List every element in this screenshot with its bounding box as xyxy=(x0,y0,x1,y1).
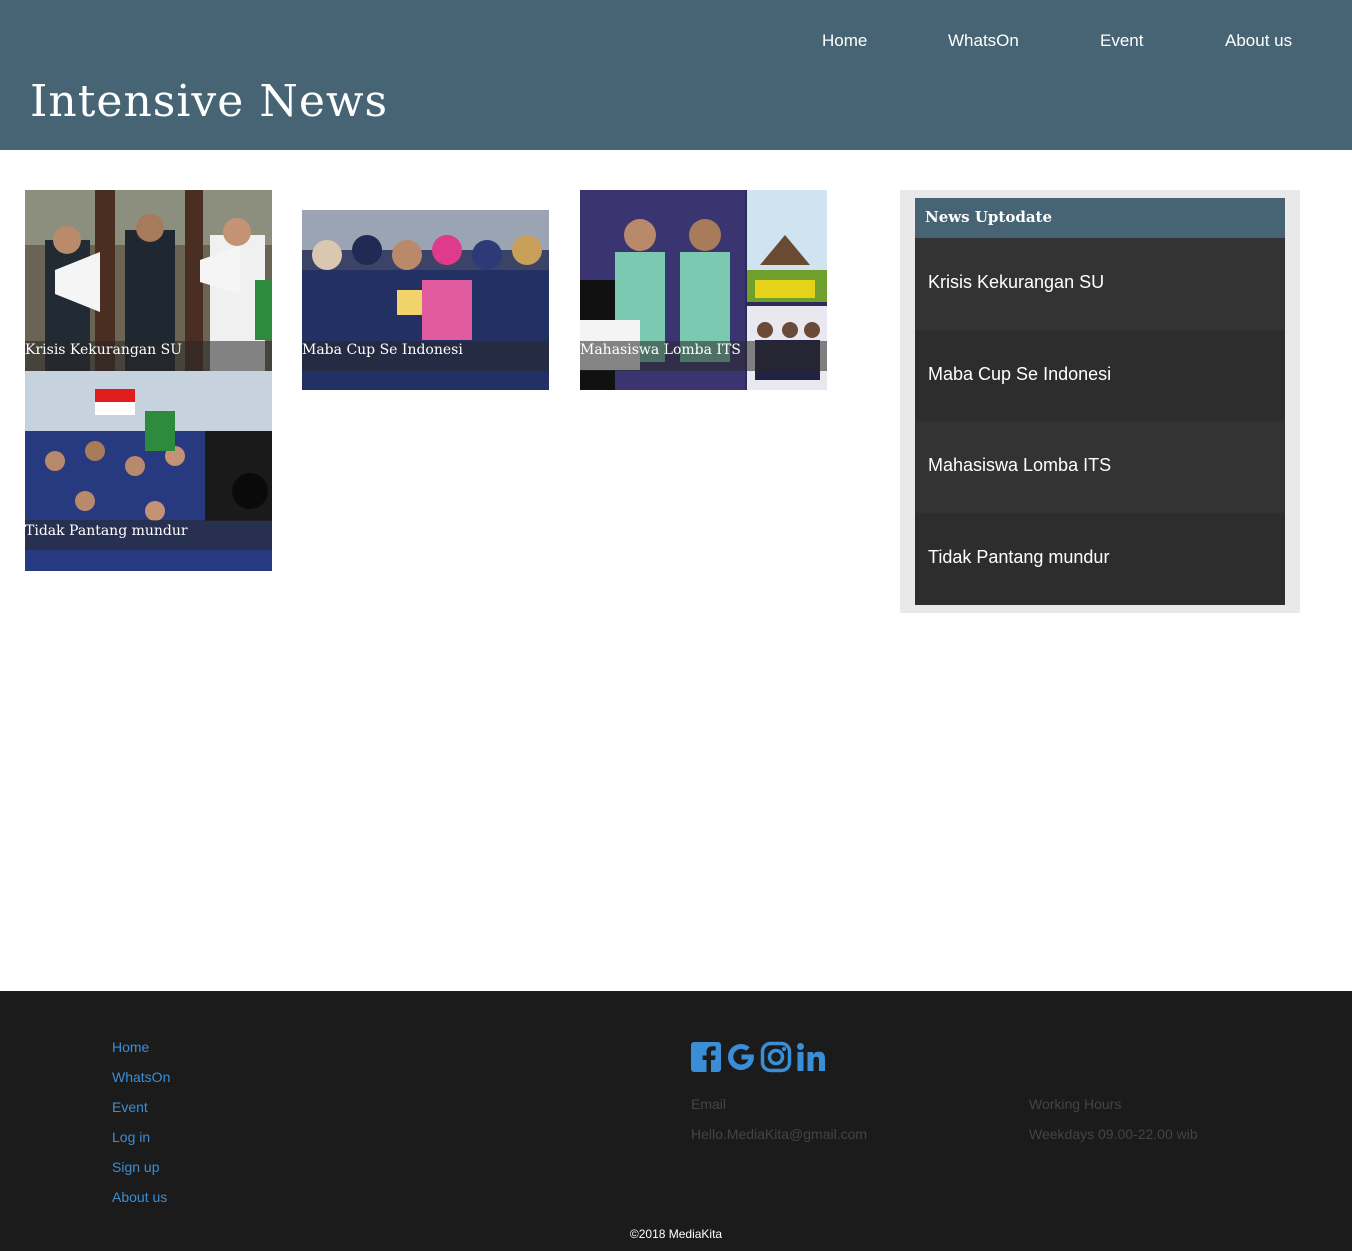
sidebar-item-maba[interactable]: Maba Cup Se Indonesi xyxy=(915,330,1285,422)
news-card-krisis[interactable]: Krisis Kekurangan SU xyxy=(25,190,272,371)
news-uptodate-panel: News Uptodate Krisis Kekurangan SU Maba … xyxy=(900,190,1300,613)
sidebar-item-label: Tidak Pantang mundur xyxy=(928,547,1110,567)
linkedin-icon[interactable] xyxy=(795,1041,827,1073)
footer-link-about[interactable]: About us xyxy=(112,1189,167,1205)
site-header: Home WhatsOn Event About us Intensive Ne… xyxy=(0,0,1352,150)
news-card-maba[interactable]: Maba Cup Se Indonesi xyxy=(302,210,549,390)
sidebar-header: News Uptodate xyxy=(915,198,1285,238)
sidebar-item-label: Maba Cup Se Indonesi xyxy=(928,364,1112,384)
news-card-mahasiswa[interactable]: Mahasiswa Lomba ITS xyxy=(580,190,827,390)
footer-link-home[interactable]: Home xyxy=(112,1039,149,1055)
site-title: Intensive News xyxy=(30,76,389,127)
footer-link-event[interactable]: Event xyxy=(112,1099,148,1115)
sidebar-item-label: Mahasiswa Lomba ITS xyxy=(928,455,1112,475)
email-value: Hello.MediaKita@gmail.com xyxy=(691,1126,868,1142)
nav-about[interactable]: About us xyxy=(1225,31,1292,51)
nav-event[interactable]: Event xyxy=(1100,31,1143,51)
footer-link-signup[interactable]: Sign up xyxy=(112,1159,159,1175)
instagram-icon[interactable] xyxy=(760,1041,792,1073)
sidebar-item-mahasiswa[interactable]: Mahasiswa Lomba ITS xyxy=(915,421,1285,513)
news-card-title: Krisis Kekurangan SU xyxy=(25,342,183,358)
facebook-icon[interactable] xyxy=(690,1041,722,1073)
email-label: Email xyxy=(691,1096,727,1112)
working-hours-value: Weekdays 09.00-22.00 wib xyxy=(1029,1126,1198,1142)
news-card-title: Mahasiswa Lomba ITS xyxy=(580,342,741,358)
site-footer: Home WhatsOn Event Log in Sign up About … xyxy=(0,991,1352,1251)
copyright: ©2018 MediaKita xyxy=(629,1227,723,1241)
nav-home[interactable]: Home xyxy=(822,31,867,51)
sidebar-item-tidak[interactable]: Tidak Pantang mundur xyxy=(915,513,1285,605)
sidebar-title: News Uptodate xyxy=(925,208,1053,226)
news-card-title: Tidak Pantang mundur xyxy=(25,523,188,539)
footer-link-whatson[interactable]: WhatsOn xyxy=(112,1069,170,1085)
news-card-tidak[interactable]: Tidak Pantang mundur xyxy=(25,371,272,571)
google-icon[interactable] xyxy=(725,1041,757,1073)
nav-whatson[interactable]: WhatsOn xyxy=(948,31,1019,51)
sidebar-item-krisis[interactable]: Krisis Kekurangan SU xyxy=(915,238,1285,330)
working-hours-label: Working Hours xyxy=(1029,1096,1122,1112)
news-card-title: Maba Cup Se Indonesi xyxy=(302,342,463,358)
sidebar-item-label: Krisis Kekurangan SU xyxy=(928,272,1105,292)
footer-link-login[interactable]: Log in xyxy=(112,1129,150,1145)
